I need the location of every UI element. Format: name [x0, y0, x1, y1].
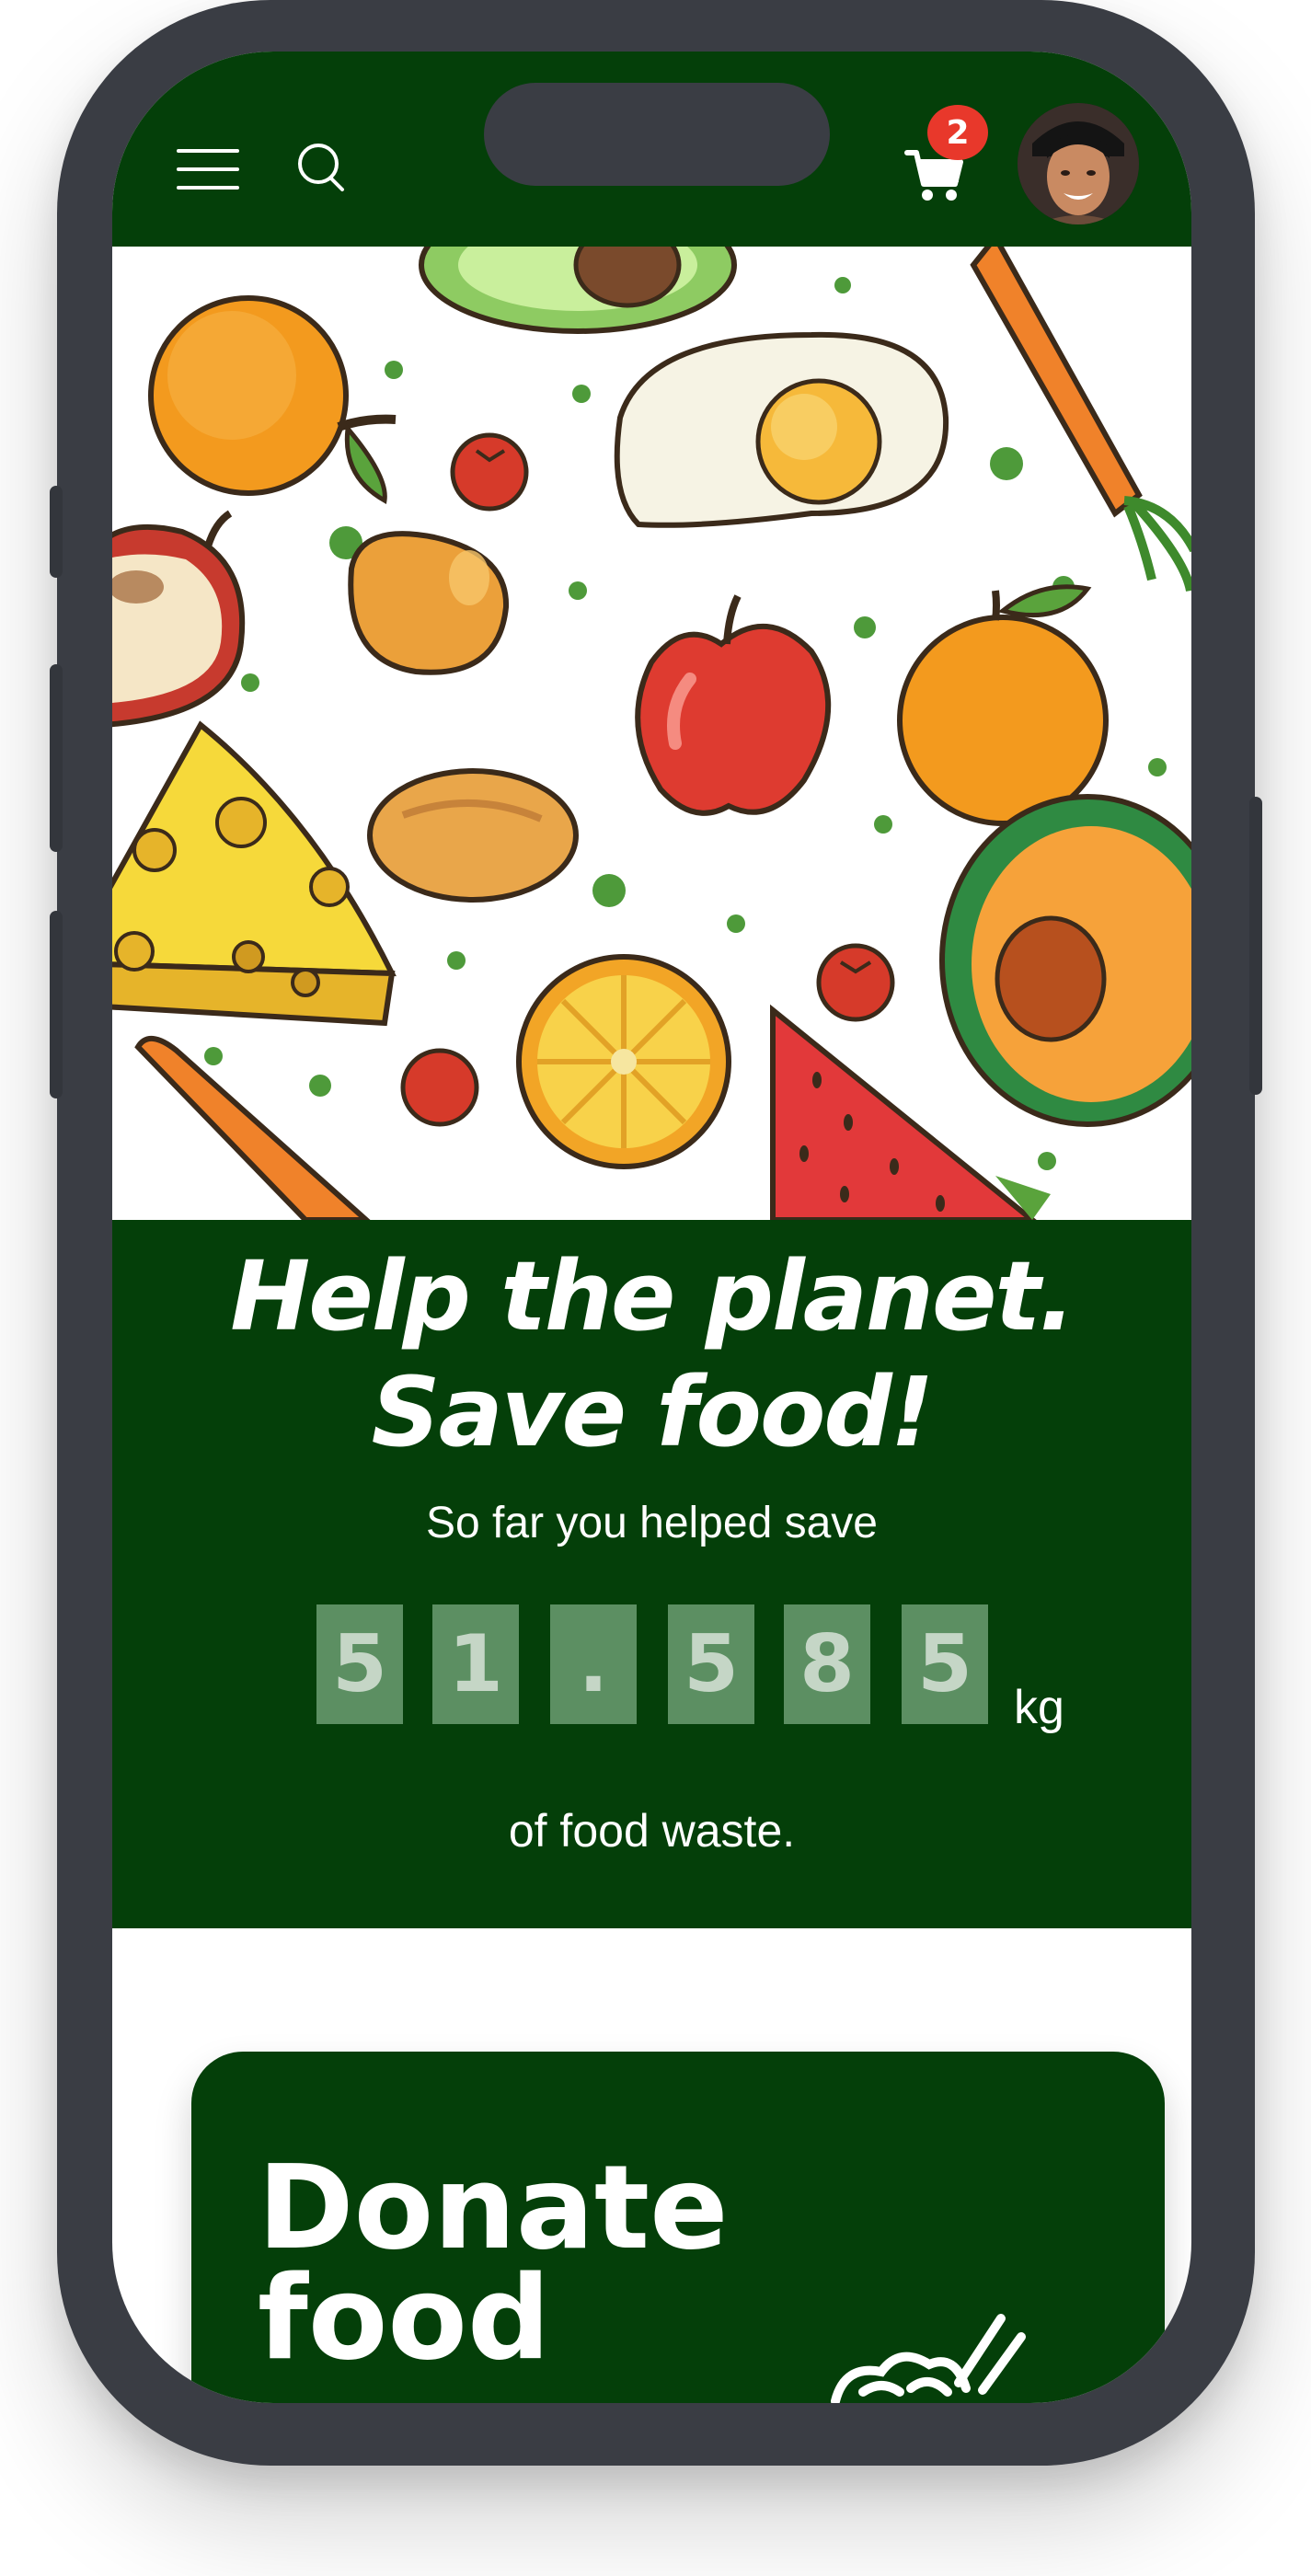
- saved-outro-text: of food waste.: [508, 1805, 796, 1857]
- counter-decimal-point: .: [550, 1604, 637, 1724]
- volume-up-button: [50, 664, 63, 852]
- donate-title-line-2: food: [258, 2250, 551, 2386]
- page: 2 Help the planet. Save food! So far you…: [0, 0, 1311, 2576]
- mute-switch: [50, 486, 63, 578]
- phone-screen: 2 Help the planet. Save food! So far you…: [112, 52, 1191, 2403]
- saved-intro-text: So far you helped save: [426, 1499, 878, 1547]
- dynamic-island: [484, 83, 830, 186]
- headline-line-2: Save food!: [371, 1356, 935, 1468]
- avatar[interactable]: [1018, 103, 1139, 224]
- food-bowl-icon: [826, 2300, 1029, 2403]
- counter-digit: 5: [902, 1604, 988, 1724]
- counter-unit: kg: [1014, 1681, 1064, 1734]
- cart-count-badge: 2: [927, 105, 988, 160]
- app-header: 2: [112, 52, 1191, 247]
- headline-line-1: Help the planet.: [230, 1240, 1075, 1352]
- counter-digit: 5: [668, 1604, 754, 1724]
- donate-food-card[interactable]: Donate food: [191, 2052, 1165, 2403]
- donate-food-title: Donate food: [258, 2140, 729, 2386]
- counter-digit: 5: [316, 1604, 403, 1724]
- food-saved-section: Help the planet. Save food! So far you h…: [112, 1220, 1191, 1928]
- hero-illustration: [112, 196, 1191, 1223]
- donate-title-line-1: Donate: [258, 2140, 729, 2275]
- search-icon[interactable]: [294, 140, 350, 195]
- volume-down-button: [50, 911, 63, 1098]
- avocado-illustration: [419, 196, 737, 334]
- counter-digit: 8: [784, 1604, 870, 1724]
- menu-icon[interactable]: [177, 144, 241, 195]
- counter-digit: 1: [432, 1604, 519, 1724]
- headline: Help the planet. Save food!: [112, 1238, 1191, 1470]
- power-button: [1249, 797, 1262, 1095]
